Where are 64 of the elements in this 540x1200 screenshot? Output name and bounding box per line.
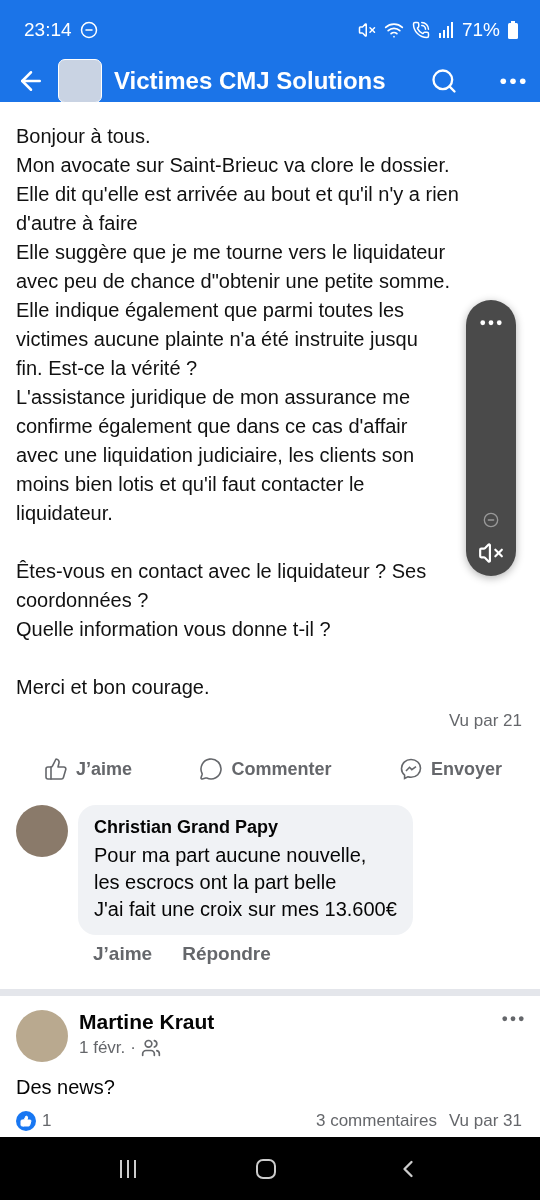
comment-text-line: les escrocs ont la part belle [94,870,338,895]
post-text: Des news? [15,1075,116,1099]
mute-icon [478,540,504,566]
more-icon [502,1016,524,1022]
group-title: Victimes CMJ Solutions [114,67,387,95]
mute-icon [357,21,376,39]
post-text-line: Merci et bon courage. [16,675,210,700]
post-text-line: Quelle information vous donne t-il ? [16,617,331,642]
more-icon [480,320,502,326]
post-text-line: victimes aucune plainte n'a été instruite jusqu [16,327,418,352]
comment-text-line: J'ai fait une croix sur mes 13.600€ [94,897,397,922]
post-text-line: Elle suggère que je me tourne vers le liquidateur [16,240,446,265]
post-text-line: Elle indique également que parmi toutes les [16,298,405,323]
more-button[interactable] [500,77,526,85]
status-time: 23:14 [24,19,72,41]
home-icon[interactable] [255,1157,277,1180]
post-date: 1 févr. [79,1038,126,1058]
separator-dot: · [130,1038,136,1058]
post-text-line: avec peu de chance d"obtenir une petite somme. [16,269,451,294]
signal-icon [437,22,454,38]
post-text-line: Mon avocate sur Saint-Brieuc va clore le dossier. [16,153,450,178]
wifi-icon [383,20,404,40]
comment-text-line: Pour ma part aucune nouvelle, [94,843,368,868]
mute-button[interactable] [478,540,504,566]
post-text-line: confirme également que dans ce cas d'affair [16,414,408,439]
post-text-line: fin. Est-ce la vérité ? [16,356,198,381]
like-button[interactable]: J’aime [44,753,133,785]
search-icon [430,67,458,95]
post-text-line: Êtes-vous en contact avec le liquidateur ? Ses [16,559,427,584]
group-logo-placeholder [58,59,102,103]
recent-apps-icon[interactable] [118,1157,139,1180]
more-button[interactable] [502,1016,524,1022]
comment-action-link[interactable]: Répondre [182,943,271,965]
avatar [16,1010,68,1062]
comment-button[interactable]: Commenter [199,753,332,785]
avatar [16,805,68,857]
post-text-line: d'autre à faire [16,211,138,236]
comment-author: Christian Grand Papy [94,817,280,838]
group-icon [141,1038,161,1058]
comment-action-link[interactable]: J’aime [93,943,153,965]
search-button[interactable] [430,67,458,95]
do-not-disturb-icon [79,21,98,39]
wifi-call-icon [411,21,430,39]
do-not-disturb-icon [483,512,499,528]
messenger-icon [398,757,423,781]
send-button[interactable]: Envoyer [398,753,502,785]
post-text-line: Bonjour à tous. [16,124,151,149]
comment-icon [199,757,224,781]
battery-icon [508,21,518,39]
post-text-line: L'assistance juridique de mon assurance me [16,385,411,410]
post-text-line: coordonnées ? [16,588,149,613]
comment-count[interactable]: 3 commentaires [315,1111,437,1131]
view-count: Vu par 31 [448,1111,522,1131]
post-text-line: avec une liquidation judiciaire, les clients son [16,443,414,468]
like-icon [44,757,68,781]
more-button[interactable] [480,320,502,326]
more-icon [500,77,526,85]
post-author: Martine Kraut [79,1010,216,1034]
battery-percent: 71% [461,19,500,41]
post-text-line: moins bien lotis et qu'il faut contacter le [16,472,365,497]
post-text-line: liquidateur. [16,501,113,526]
reaction-count: 1 [42,1111,52,1131]
view-count: Vu par 21 [448,711,522,731]
post-text-line: Elle dit qu'elle est arrivée au bout et qu'il n'y a rien [16,182,459,207]
